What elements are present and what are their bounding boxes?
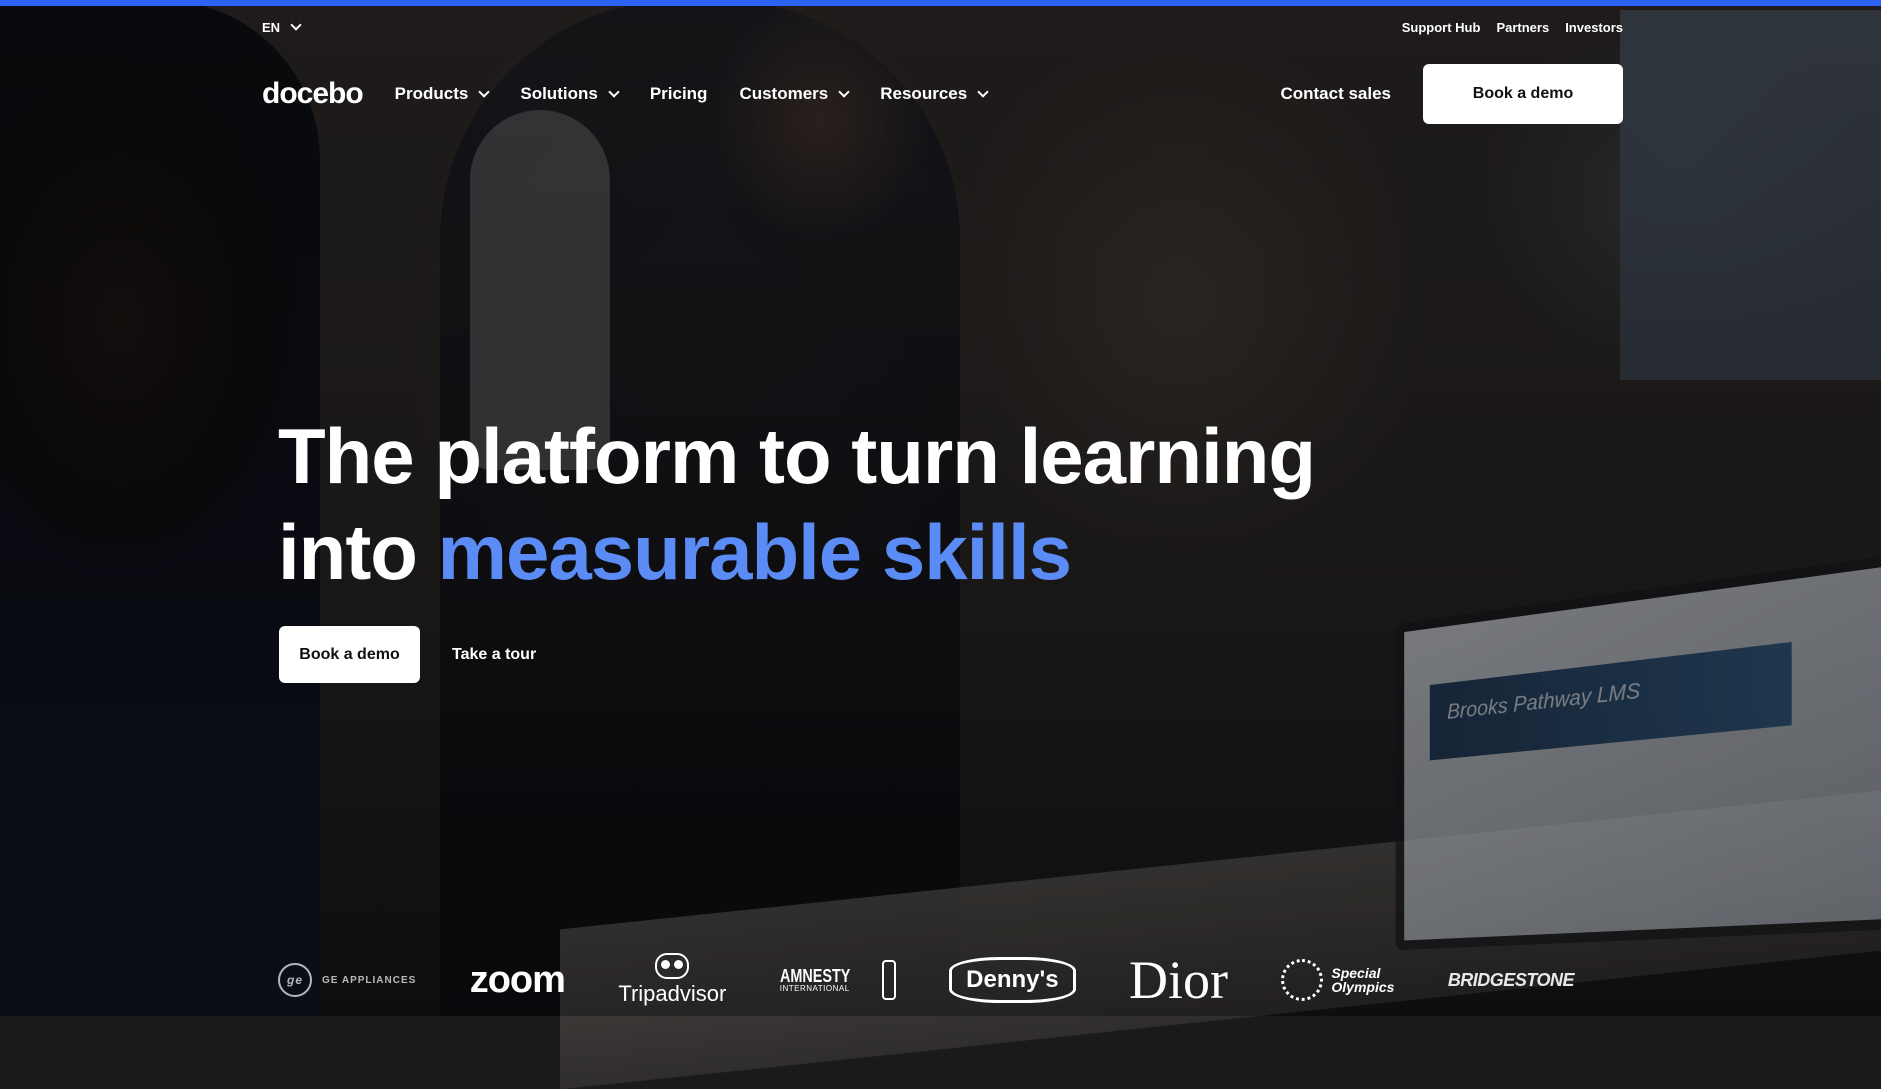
amnesty-wordmark: AMNESTY INTERNATIONAL xyxy=(780,967,868,993)
nav-item-resources[interactable]: Resources xyxy=(880,84,987,104)
book-demo-button[interactable]: Book a demo xyxy=(1423,64,1623,124)
dior-logo: Dior xyxy=(1129,949,1228,1011)
support-hub-link[interactable]: Support Hub xyxy=(1402,20,1481,35)
nav-item-label: Solutions xyxy=(520,84,597,104)
nav-left: docebo Products Solutions Pricing Custom… xyxy=(262,77,1019,111)
ge-monogram-icon: ge xyxy=(278,963,312,997)
special-olympics-logo: Special Olympics xyxy=(1281,959,1394,1001)
chevron-down-icon xyxy=(839,86,850,97)
hero-cta-row: Book a demo Take a tour xyxy=(279,626,536,683)
nav-item-label: Products xyxy=(395,84,469,104)
special-text: Special xyxy=(1331,966,1394,980)
top-accent-bar xyxy=(0,0,1881,6)
chevron-down-icon xyxy=(290,19,301,30)
hero-headline: The platform to turn learning into measu… xyxy=(278,408,1378,600)
amnesty-sub-text: INTERNATIONAL xyxy=(780,985,868,993)
customer-logos: ge GE APPLIANCES zoom Tripadvisor AMNEST… xyxy=(278,950,1574,1010)
olympics-text: Olympics xyxy=(1331,980,1394,994)
nav-item-customers[interactable]: Customers xyxy=(739,84,848,104)
headline-into: into xyxy=(278,508,417,596)
nav-right: Contact sales Book a demo xyxy=(1280,64,1623,124)
chevron-down-icon xyxy=(608,86,619,97)
headline-accent: measurable skills xyxy=(438,508,1071,596)
chevron-down-icon xyxy=(479,86,490,97)
amnesty-logo: AMNESTY INTERNATIONAL xyxy=(780,960,896,1000)
chevron-down-icon xyxy=(978,86,989,97)
tripadvisor-owl-icon xyxy=(655,953,689,979)
take-tour-link[interactable]: Take a tour xyxy=(452,646,536,664)
language-selector[interactable]: EN xyxy=(262,20,300,35)
special-olympics-icon xyxy=(1281,959,1323,1001)
amnesty-main-text: AMNESTY xyxy=(780,967,850,985)
utility-bar: EN Support Hub Partners Investors xyxy=(262,16,1623,38)
investors-link[interactable]: Investors xyxy=(1565,20,1623,35)
nav-item-solutions[interactable]: Solutions xyxy=(520,84,617,104)
utility-links: Support Hub Partners Investors xyxy=(1402,20,1623,35)
special-olympics-wordmark: Special Olympics xyxy=(1331,966,1394,994)
tripadvisor-logo-text: Tripadvisor xyxy=(618,981,726,1007)
nav-item-products[interactable]: Products xyxy=(395,84,489,104)
language-label: EN xyxy=(262,20,280,35)
candle-icon xyxy=(882,960,896,1000)
zoom-logo: zoom xyxy=(470,959,565,1002)
ge-logo-text: GE APPLIANCES xyxy=(322,975,416,986)
hero-book-demo-button[interactable]: Book a demo xyxy=(279,626,420,683)
bridgestone-logo: BRIDGESTONE xyxy=(1448,970,1574,991)
tripadvisor-logo: Tripadvisor xyxy=(618,953,726,1007)
nav-item-label: Pricing xyxy=(650,84,708,104)
partners-link[interactable]: Partners xyxy=(1496,20,1549,35)
dennys-logo: Denny's xyxy=(949,957,1075,1003)
nav-item-pricing[interactable]: Pricing xyxy=(650,84,708,104)
main-nav: docebo Products Solutions Pricing Custom… xyxy=(262,64,1623,124)
contact-sales-link[interactable]: Contact sales xyxy=(1280,84,1391,104)
nav-item-label: Customers xyxy=(739,84,828,104)
ge-appliances-logo: ge GE APPLIANCES xyxy=(278,963,416,997)
nav-item-label: Resources xyxy=(880,84,967,104)
docebo-logo[interactable]: docebo xyxy=(262,77,363,111)
headline-line1: The platform to turn learning xyxy=(278,412,1315,500)
